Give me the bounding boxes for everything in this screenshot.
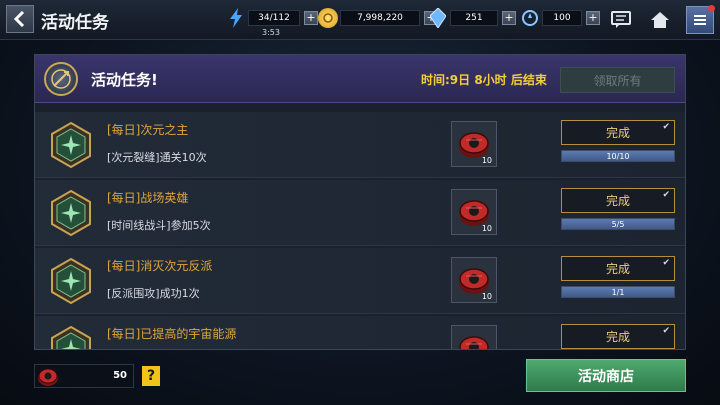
task-status-label: 完成 <box>605 126 630 140</box>
crystal-icon <box>428 8 448 28</box>
energy-plus-button[interactable]: + <box>304 11 318 25</box>
task-row: [每日]已提高的宇宙能源 10 完成 ✔ <box>35 316 685 349</box>
reward-count: 10 <box>481 224 492 233</box>
special-plus-button[interactable]: + <box>586 11 600 25</box>
progress-text: 5/5 <box>611 219 625 229</box>
energy-resource: 34/112 + <box>226 8 318 28</box>
crystal-plus-button[interactable]: + <box>502 11 516 25</box>
event-currency-box: 50 <box>34 364 134 388</box>
reward-item[interactable]: 10 <box>451 189 497 235</box>
task-description: [反派围攻]成功1次 <box>107 287 200 300</box>
checkmark-icon: ✔ <box>662 190 670 200</box>
reward-item[interactable]: 10 <box>451 121 497 167</box>
task-progress-bar: 5/5 <box>561 218 675 230</box>
checkmark-icon: ✔ <box>662 258 670 268</box>
event-shop-button[interactable]: 活动商店 <box>526 359 686 392</box>
chevron-left-icon <box>13 11 25 27</box>
notification-dot <box>708 5 715 12</box>
task-status-button[interactable]: 完成 ✔ <box>561 188 675 213</box>
special-resource: 100 + <box>520 8 600 28</box>
event-token-icon <box>38 368 58 386</box>
task-name: [每日]已提高的宇宙能源 <box>107 327 237 341</box>
task-row: [每日]消灭次元反派 [反派围攻]成功1次 10 完成 ✔ 1/1 <box>35 248 685 314</box>
reward-item[interactable]: 10 <box>451 257 497 303</box>
claim-all-button[interactable]: 领取所有 <box>560 67 675 93</box>
gold-value: 7,998,220 <box>340 10 420 26</box>
lightning-icon <box>226 8 246 28</box>
back-button[interactable] <box>6 5 34 33</box>
task-progress-bar: 10/10 <box>561 150 675 162</box>
checkmark-icon: ✔ <box>662 122 670 132</box>
chat-button[interactable] <box>607 6 635 34</box>
task-name: [每日]战场英雄 <box>107 191 189 205</box>
help-button[interactable]: ? <box>142 366 160 386</box>
progress-text: 1/1 <box>611 287 625 297</box>
daily-medal-icon <box>51 325 91 349</box>
mission-panel: 活动任务! 时间:9日 8小时 后结束 领取所有 [每日]次元之主 [次元裂缝]… <box>34 54 686 350</box>
task-description: [次元裂缝]通关10次 <box>107 151 207 164</box>
task-status-button[interactable]: 完成 ✔ <box>561 324 675 349</box>
event-token-icon <box>459 336 489 349</box>
reward-count: 10 <box>481 292 492 301</box>
panel-header: 活动任务! 时间:9日 8小时 后结束 领取所有 <box>35 55 685 103</box>
task-list[interactable]: [每日]次元之主 [次元裂缝]通关10次 10 完成 ✔ 10/10 [每日]战… <box>35 112 685 349</box>
special-value: 100 <box>542 10 582 26</box>
crystal-value: 251 <box>450 10 498 26</box>
task-status-label: 完成 <box>605 330 630 344</box>
home-icon <box>651 12 669 28</box>
event-timer: 时间:9日 8小时 后结束 <box>421 73 547 87</box>
top-bar: 活动任务 34/112 + 3:53 7,998,220 + 251 + 100… <box>0 0 720 40</box>
page-title: 活动任务 <box>41 13 109 33</box>
checkmark-icon: ✔ <box>662 326 670 336</box>
task-status-button[interactable]: 完成 ✔ <box>561 120 675 145</box>
gold-resource: 7,998,220 + <box>318 8 438 28</box>
gold-coin-icon <box>318 8 338 28</box>
daily-medal-icon <box>51 189 91 237</box>
task-description: [时间线战斗]参加5次 <box>107 219 211 232</box>
task-status-button[interactable]: 完成 ✔ <box>561 256 675 281</box>
event-currency-value: 50 <box>113 370 127 381</box>
menu-button[interactable] <box>686 5 715 34</box>
daily-medal-icon <box>51 121 91 169</box>
energy-timer: 3:53 <box>262 28 280 37</box>
task-progress-bar: 1/1 <box>561 286 675 298</box>
task-status-label: 完成 <box>605 194 630 208</box>
reward-item[interactable]: 10 <box>451 325 497 349</box>
chat-icon <box>611 11 631 28</box>
task-name: [每日]消灭次元反派 <box>107 259 213 273</box>
progress-text: 10/10 <box>606 151 630 161</box>
task-name: [每日]次元之主 <box>107 123 189 137</box>
reward-count: 10 <box>481 156 492 165</box>
daily-medal-icon <box>51 257 91 305</box>
menu-icon <box>694 15 706 25</box>
task-status-label: 完成 <box>605 262 630 276</box>
task-row: [每日]战场英雄 [时间线战斗]参加5次 10 完成 ✔ 5/5 <box>35 180 685 246</box>
task-row: [每日]次元之主 [次元裂缝]通关10次 10 完成 ✔ 10/10 <box>35 112 685 178</box>
event-emblem-icon <box>44 62 78 96</box>
home-button[interactable] <box>646 6 674 34</box>
swirl-icon <box>520 8 540 28</box>
panel-title: 活动任务! <box>91 71 158 89</box>
energy-value: 34/112 <box>248 10 300 26</box>
crystal-resource: 251 + <box>428 8 516 28</box>
